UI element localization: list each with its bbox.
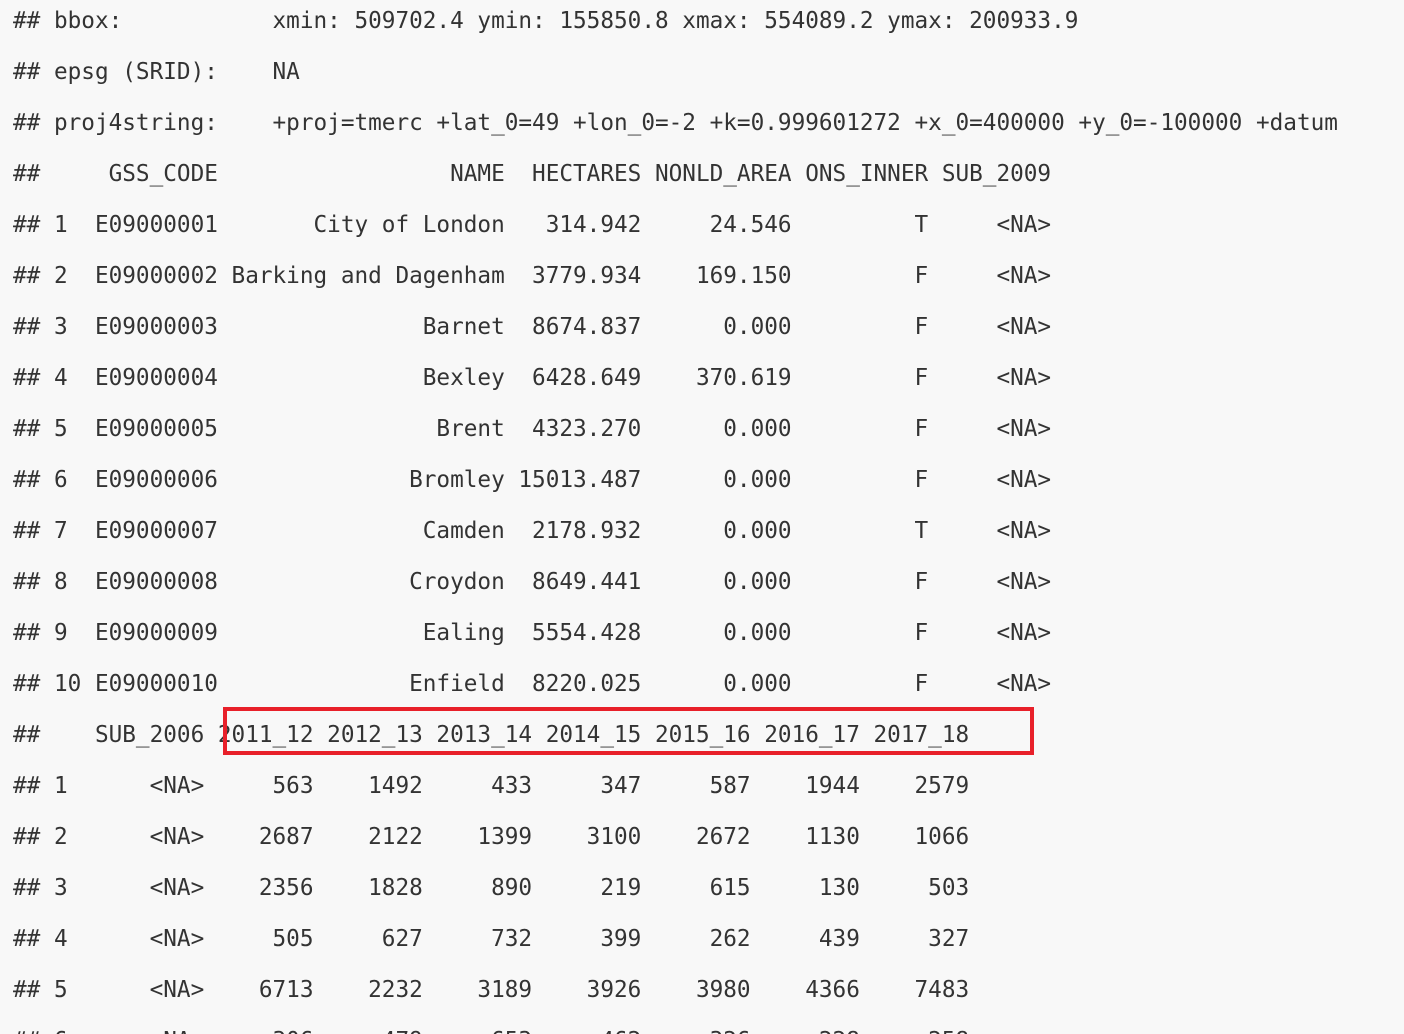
table-row: ## 7 E09000007 Camden 2178.932 0.000 T <…: [13, 518, 1052, 544]
table-header-row-years: ## SUB_2006 2011_12 2012_13 2013_14 2014…: [13, 722, 970, 748]
table-row: ## 2 E09000002 Barking and Dagenham 3779…: [13, 263, 1052, 289]
table-row: ## 3 E09000003 Barnet 8674.837 0.000 F <…: [13, 314, 1052, 340]
table-row: ## 8 E09000008 Croydon 8649.441 0.000 F …: [13, 569, 1052, 595]
table-row: ## 5 E09000005 Brent 4323.270 0.000 F <N…: [13, 416, 1052, 442]
table-row: ## 3 <NA> 2356 1828 890 219 615 130 503: [13, 875, 970, 901]
console-lines: ## bbox: xmin: 509702.4 ymin: 155850.8 x…: [13, 0, 1338, 1034]
table-row: ## 4 <NA> 505 627 732 399 262 439 327: [13, 926, 970, 952]
table-row: ## 4 E09000004 Bexley 6428.649 370.619 F…: [13, 365, 1052, 391]
r-console-output: ## bbox: xmin: 509702.4 ymin: 155850.8 x…: [0, 0, 1404, 1034]
table-row: ## 5 <NA> 6713 2232 3189 3926 3980 4366 …: [13, 977, 970, 1003]
table-row: ## 6 <NA> 306 479 653 462 326 228 258: [13, 1016, 1338, 1034]
table-row: ## 2 <NA> 2687 2122 1399 3100 2672 1130 …: [13, 824, 970, 850]
table-row: ## 9 E09000009 Ealing 5554.428 0.000 F <…: [13, 620, 1052, 646]
proj4string-line: ## proj4string: +proj=tmerc +lat_0=49 +l…: [13, 110, 1338, 136]
table-row: ## 1 E09000001 City of London 314.942 24…: [13, 212, 1052, 238]
table-header-row: ## GSS_CODE NAME HECTARES NONLD_AREA ONS…: [13, 161, 1052, 187]
bbox-line: ## bbox: xmin: 509702.4 ymin: 155850.8 x…: [13, 8, 1079, 34]
epsg-line: ## epsg (SRID): NA: [13, 59, 300, 85]
table-row: ## 10 E09000010 Enfield 8220.025 0.000 F…: [13, 671, 1052, 697]
table-row: ## 1 <NA> 563 1492 433 347 587 1944 2579: [13, 773, 970, 799]
table-row: ## 6 E09000006 Bromley 15013.487 0.000 F…: [13, 467, 1052, 493]
